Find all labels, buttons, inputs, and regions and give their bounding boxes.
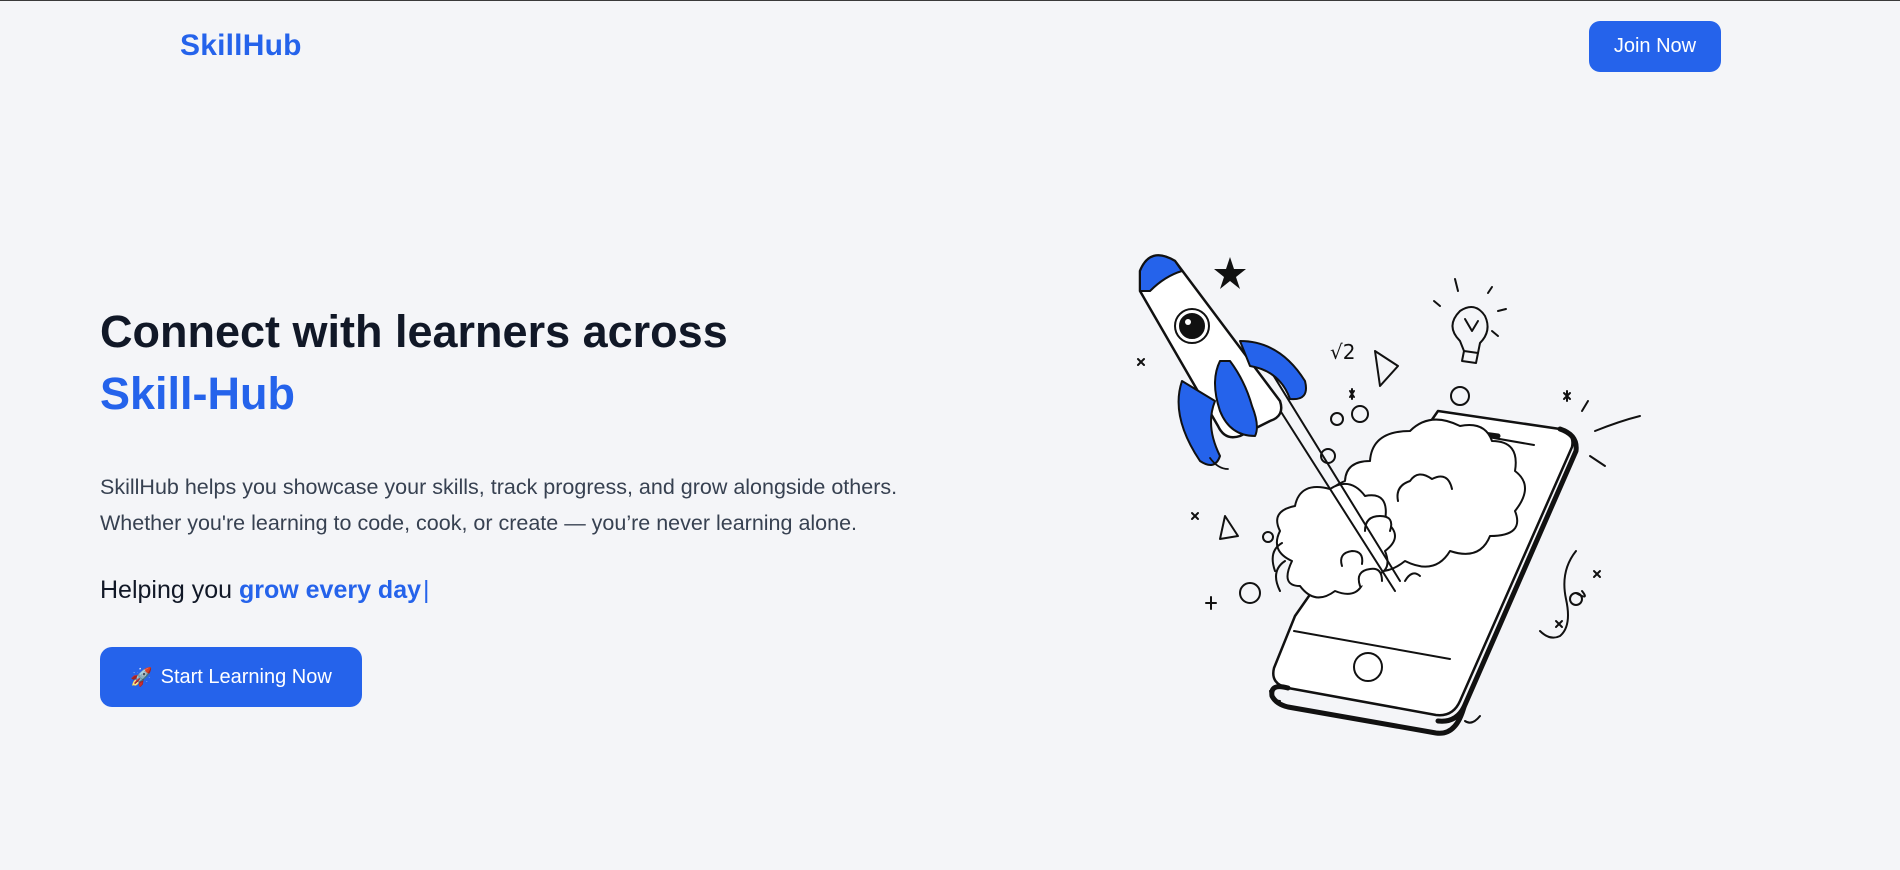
headline-line1: Connect with learners across xyxy=(100,306,728,357)
headline-accent: Skill-Hub xyxy=(100,368,296,419)
rocket-phone-illustration: √2 xyxy=(1137,254,1641,736)
description-line2: Whether you're learning to code, cook, o… xyxy=(100,511,858,535)
hero-description: SkillHub helps you showcase your skills,… xyxy=(100,469,1000,541)
tagline-typed-text: grow every day xyxy=(238,576,422,604)
sqrt-symbol: √2 xyxy=(1330,340,1355,364)
start-learning-label: Start Learning Now xyxy=(160,665,332,688)
logo[interactable]: SkillHub xyxy=(180,29,302,63)
hero-headline: Connect with learners across Skill-Hub xyxy=(100,301,1000,425)
rocket-illustration-icon xyxy=(1138,254,1307,470)
lightbulb-icon xyxy=(1433,278,1507,364)
hero-section: Connect with learners across Skill-Hub S… xyxy=(100,301,1000,707)
triangle-shape xyxy=(1219,515,1239,540)
triangle-shape xyxy=(1374,350,1399,387)
typing-cursor: | xyxy=(423,576,430,604)
join-now-button[interactable]: Join Now xyxy=(1589,21,1721,72)
tagline-prefix: Helping you xyxy=(100,576,239,604)
start-learning-button[interactable]: 🚀 Start Learning Now xyxy=(100,647,362,707)
rocket-icon: 🚀 xyxy=(130,666,153,687)
description-line1: SkillHub helps you showcase your skills,… xyxy=(100,475,898,499)
star-icon xyxy=(1214,257,1246,289)
navbar: SkillHub Join Now xyxy=(0,1,1900,93)
hero-tagline: Helping you grow every day| xyxy=(100,575,1000,605)
